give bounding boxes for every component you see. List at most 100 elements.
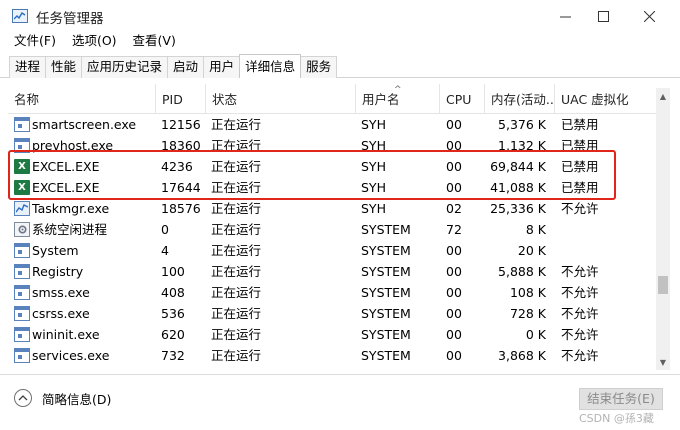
cell-user: SYH (361, 117, 386, 132)
taskmgr-icon (14, 201, 30, 216)
watermark: CSDN @孫3藏 (579, 412, 654, 425)
tab-bar: 进程 性能 应用历史记录 启动 用户 详细信息 服务 (0, 54, 680, 78)
menu-options[interactable]: 选项(O) (64, 32, 125, 52)
cell-status: 正在运行 (211, 264, 262, 279)
cell-user: SYSTEM (361, 222, 411, 237)
close-button[interactable] (626, 0, 672, 32)
cell-status: 正在运行 (211, 327, 262, 342)
tab-details[interactable]: 详细信息 (239, 54, 302, 78)
cell-uac: 不允许 (561, 327, 599, 342)
cell-cpu: 00 (446, 264, 462, 279)
window-icon (14, 285, 30, 300)
fewer-details-link[interactable]: 简略信息(D) (42, 389, 111, 408)
tab-performance[interactable]: 性能 (45, 56, 83, 78)
details-table: 名称 PID 状态 用户名 CPU 内存(活动... UAC 虚拟化 ^ sma… (8, 84, 672, 372)
cell-pid: 536 (161, 306, 185, 321)
tab-app-history[interactable]: 应用历史记录 (81, 56, 169, 78)
tab-processes[interactable]: 进程 (9, 56, 47, 78)
tab-services[interactable]: 服务 (300, 56, 338, 78)
cell-status: 正在运行 (211, 348, 262, 363)
scroll-up-icon[interactable]: ▲ (656, 88, 670, 104)
table-row[interactable]: smartscreen.exe 12156 正在运行 SYH 00 5,376 K 已禁用 (8, 114, 656, 135)
table-row[interactable]: System 4 正在运行 SYSTEM 00 20 K (8, 240, 656, 261)
cell-uac: 不允许 (561, 348, 599, 363)
cell-pid: 732 (161, 348, 185, 363)
end-task-button[interactable]: 结束任务(E) (579, 388, 663, 410)
table-row[interactable]: Registry 100 正在运行 SYSTEM 00 5,888 K 不允许 (8, 261, 656, 282)
sort-caret-icon: ^ (394, 85, 402, 95)
collapse-chevron-icon[interactable] (14, 389, 32, 407)
cell-name: smartscreen.exe (32, 117, 137, 132)
cell-pid: 100 (161, 264, 185, 279)
column-header-memory[interactable]: 内存(活动... (484, 84, 554, 114)
table-row[interactable]: services.exe 732 正在运行 SYSTEM 00 3,868 K 不允许 (8, 345, 656, 366)
cell-user: SYSTEM (361, 243, 411, 258)
window-icon (14, 306, 30, 321)
maximize-button[interactable] (580, 0, 626, 32)
cell-name: wininit.exe (32, 327, 100, 342)
window-icon (14, 327, 30, 342)
scroll-down-icon[interactable]: ▼ (656, 354, 670, 370)
cell-mem: 728 K (509, 306, 546, 321)
window-icon (14, 264, 30, 279)
column-header-cpu[interactable]: CPU (439, 84, 484, 114)
cell-uac (561, 240, 656, 261)
cell-uac: 不允许 (561, 264, 599, 279)
cell-mem: 5,376 K (498, 117, 546, 132)
table-row[interactable]: wininit.exe 620 正在运行 SYSTEM 00 0 K 不允许 (8, 324, 656, 345)
tab-startup[interactable]: 启动 (167, 56, 205, 78)
cell-cpu: 72 (446, 222, 462, 237)
column-header-status[interactable]: 状态 (205, 84, 355, 114)
cell-user: SYSTEM (361, 285, 411, 300)
cell-name: System (32, 243, 79, 258)
cell-uac: 不允许 (561, 306, 599, 321)
cell-pid: 12156 (161, 117, 201, 132)
cell-pid: 620 (161, 327, 185, 342)
excel-rows-highlight (8, 150, 616, 200)
cell-cpu: 00 (446, 243, 462, 258)
cell-pid: 18576 (161, 201, 201, 216)
cell-mem: 3,868 K (498, 348, 546, 363)
cell-name: services.exe (32, 348, 110, 363)
column-header-pid[interactable]: PID (155, 84, 205, 114)
vertical-scrollbar[interactable]: ▲ ▼ (656, 88, 670, 370)
cell-cpu: 00 (446, 327, 462, 342)
cell-status: 正在运行 (211, 306, 262, 321)
cell-mem: 20 K (517, 243, 546, 258)
gear-icon (14, 222, 30, 237)
cell-mem: 0 K (525, 327, 546, 342)
cell-name: Taskmgr.exe (32, 201, 110, 216)
cell-cpu: 00 (446, 117, 462, 132)
cell-uac: 已禁用 (561, 117, 599, 132)
footer: 简略信息(D) 结束任务(E) CSDN @孫3藏 (0, 374, 680, 430)
cell-status: 正在运行 (211, 285, 262, 300)
minimize-icon (559, 16, 571, 17)
cell-uac: 不允许 (561, 201, 599, 216)
cell-cpu: 00 (446, 306, 462, 321)
scrollbar-thumb[interactable] (658, 276, 668, 294)
menu-bar: 文件(F) 选项(O) 查看(V) (0, 32, 680, 52)
tab-users[interactable]: 用户 (203, 56, 241, 78)
cell-pid: 4 (161, 243, 169, 258)
close-icon (643, 10, 655, 22)
cell-mem: 25,336 K (490, 201, 546, 216)
table-row[interactable]: smss.exe 408 正在运行 SYSTEM 00 108 K 不允许 (8, 282, 656, 303)
cell-user: SYSTEM (361, 264, 411, 279)
cell-user: SYSTEM (361, 348, 411, 363)
cell-status: 正在运行 (211, 243, 262, 258)
menu-file[interactable]: 文件(F) (6, 32, 64, 52)
cell-status: 正在运行 (211, 117, 262, 132)
window-icon (14, 117, 30, 132)
table-row[interactable]: 系统空闲进程 0 正在运行 SYSTEM 72 8 K (8, 219, 656, 240)
column-header-name[interactable]: 名称 (8, 84, 155, 114)
cell-mem: 8 K (525, 222, 546, 237)
cell-user: SYSTEM (361, 306, 411, 321)
cell-user: SYSTEM (361, 327, 411, 342)
table-row[interactable]: csrss.exe 536 正在运行 SYSTEM 00 728 K 不允许 (8, 303, 656, 324)
table-row[interactable]: Taskmgr.exe 18576 正在运行 SYH 02 25,336 K 不允许 (8, 198, 656, 219)
window-icon (14, 243, 30, 258)
cell-uac: 不允许 (561, 285, 599, 300)
column-header-uac[interactable]: UAC 虚拟化 (554, 84, 656, 114)
table-header: 名称 PID 状态 用户名 CPU 内存(活动... UAC 虚拟化 ^ (8, 84, 656, 114)
menu-view[interactable]: 查看(V) (125, 32, 184, 52)
